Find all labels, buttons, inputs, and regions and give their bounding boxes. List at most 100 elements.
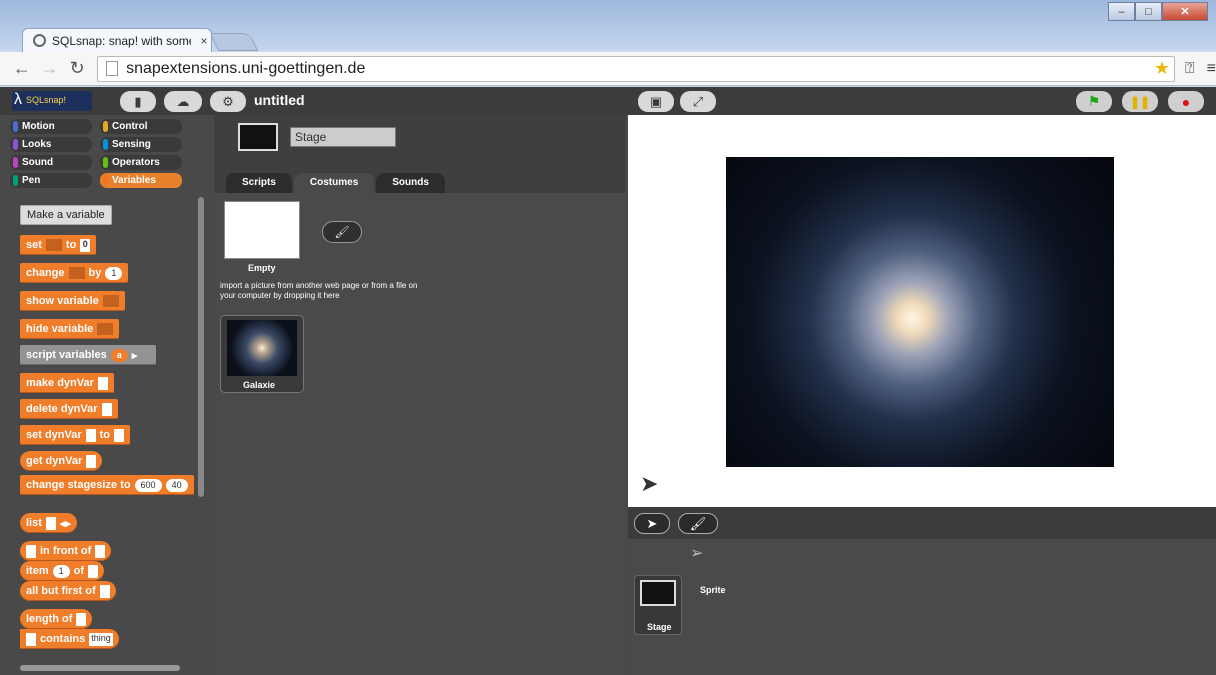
bookmark-star-icon[interactable]: ★ bbox=[1154, 58, 1174, 79]
empty-costume[interactable] bbox=[224, 201, 300, 259]
make-dynvar-block[interactable]: make dynVar bbox=[20, 373, 114, 393]
sprite-arrow-icon[interactable]: ➤ bbox=[640, 471, 658, 497]
script-variables-block[interactable]: script variables a ▸ bbox=[20, 345, 156, 365]
tab-close-icon[interactable]: × bbox=[197, 34, 211, 48]
import-hint: import a picture from another web page o… bbox=[220, 281, 418, 300]
empty-costume-label: Empty bbox=[248, 263, 276, 273]
sprite-arrow-icon[interactable]: ➢ bbox=[690, 543, 703, 563]
forward-icon[interactable]: → bbox=[36, 58, 64, 79]
set-dynvar-block[interactable]: set dynVar to bbox=[20, 425, 131, 445]
dropdown-icon bbox=[102, 295, 119, 307]
set-block[interactable]: set to 0 bbox=[20, 235, 97, 255]
show-variable-block[interactable]: show variable bbox=[20, 291, 125, 311]
brush-icon: 🖌 bbox=[334, 225, 350, 239]
category-sensing[interactable]: Sensing bbox=[100, 137, 182, 152]
add-turtle-sprite-button[interactable]: ➤ bbox=[634, 513, 670, 534]
editor-tabs: Scripts Costumes Sounds bbox=[226, 173, 445, 193]
new-tab-button[interactable] bbox=[209, 33, 259, 51]
url-text: snapextensions.uni-goettingen.de bbox=[126, 59, 366, 77]
list-block[interactable]: list ◂▸ bbox=[20, 513, 77, 533]
green-flag-icon: ⚑ bbox=[1087, 93, 1101, 109]
pause-icon: ❚❚ bbox=[1129, 94, 1151, 109]
file-menu-button[interactable]: ▮ bbox=[120, 91, 156, 112]
stop-icon: ● bbox=[1181, 93, 1191, 110]
category-looks[interactable]: Looks bbox=[10, 137, 92, 152]
logo-text: SQLsnap! bbox=[26, 95, 67, 105]
stage[interactable]: ➤ bbox=[628, 115, 1216, 507]
make-variable-button[interactable]: Make a variable bbox=[20, 205, 112, 225]
stage-background-image bbox=[726, 157, 1114, 467]
length-of-block[interactable]: length of bbox=[20, 609, 93, 629]
browser-tab[interactable]: SQLsnap: snap! with some × bbox=[22, 28, 212, 52]
browser-toolbar: ← → ↻ snapextensions.uni-goettingen.de ★… bbox=[0, 52, 1216, 86]
category-motion[interactable]: Motion bbox=[10, 119, 92, 134]
change-stagesize-block[interactable]: change stagesize to 600 40 bbox=[20, 475, 194, 495]
change-block[interactable]: change by 1 bbox=[20, 263, 129, 283]
block-palette: Make a variable set to 0 change by 1 show … bbox=[12, 197, 210, 675]
sprite-label[interactable]: Sprite bbox=[700, 585, 726, 595]
category-variables[interactable]: Variables bbox=[100, 173, 182, 188]
category-operators[interactable]: Operators bbox=[100, 155, 182, 170]
costume-item[interactable]: Galaxie bbox=[220, 315, 304, 393]
category-pen[interactable]: Pen bbox=[10, 173, 92, 188]
green-flag-button[interactable]: ⚑ bbox=[1076, 91, 1112, 112]
cloud-icon: ☁ bbox=[176, 93, 190, 109]
tab-scripts[interactable]: Scripts bbox=[226, 173, 292, 193]
address-bar[interactable]: snapextensions.uni-goettingen.de ★ bbox=[97, 55, 1176, 82]
pause-button[interactable]: ❚❚ bbox=[1122, 91, 1158, 112]
palette-scrollbar-horizontal[interactable] bbox=[20, 665, 180, 671]
dropdown-icon bbox=[97, 323, 114, 335]
sprite-editor: Stage Scripts Costumes Sounds Empty 🖌 im… bbox=[214, 115, 626, 675]
file-icon: ▮ bbox=[134, 93, 142, 109]
normal-stage-icon: ▣ bbox=[649, 93, 663, 109]
costume-label: Galaxie bbox=[243, 380, 276, 390]
window-close-icon[interactable]: ✕ bbox=[1162, 2, 1208, 21]
page-favicon-icon bbox=[33, 34, 46, 47]
tab-sounds[interactable]: Sounds bbox=[376, 173, 445, 193]
brush-icon: 🖌 bbox=[689, 515, 707, 531]
paint-new-costume-button[interactable]: 🖌 bbox=[322, 221, 362, 243]
settings-button[interactable]: ⚙ bbox=[210, 91, 246, 112]
corral-bar: ➤ 🖌 bbox=[628, 507, 1216, 539]
minimize-icon[interactable]: – bbox=[1108, 2, 1135, 21]
dropdown-icon bbox=[68, 267, 85, 279]
category-sound[interactable]: Sound bbox=[10, 155, 92, 170]
item-of-block[interactable]: item 1 of bbox=[20, 561, 105, 581]
sprite-name-field[interactable]: Stage bbox=[290, 127, 396, 147]
stop-button[interactable]: ● bbox=[1168, 91, 1204, 112]
hide-variable-block[interactable]: hide variable bbox=[20, 319, 120, 339]
project-title: untitled bbox=[254, 92, 305, 108]
sqlsnap-logo[interactable]: λ SQLsnap! bbox=[12, 91, 92, 111]
contains-block[interactable]: contains thing bbox=[20, 629, 119, 649]
delete-dynvar-block[interactable]: delete dynVar bbox=[20, 399, 118, 419]
cloud-menu-button[interactable]: ☁ bbox=[164, 91, 202, 112]
stage-size-button[interactable]: ▣ bbox=[638, 91, 674, 112]
extension-icon[interactable]: ⍰ bbox=[1185, 60, 1195, 78]
get-dynvar-block[interactable]: get dynVar bbox=[20, 451, 103, 471]
stage-icon[interactable]: Stage bbox=[634, 575, 682, 635]
tab-costumes[interactable]: Costumes bbox=[293, 173, 375, 193]
all-but-first-block[interactable]: all but first of bbox=[20, 581, 116, 601]
snap-app: λ SQLsnap! ▮ ☁ ⚙ untitled Motion Control L… bbox=[0, 87, 1216, 675]
palette-scrollbar-vertical[interactable] bbox=[198, 197, 204, 497]
page-icon bbox=[106, 61, 119, 76]
reload-icon[interactable]: ↻ bbox=[63, 58, 91, 79]
window-controls: – □ ✕ bbox=[1108, 2, 1208, 21]
stage-bar: ▣ ⤢ ⚑ ❚❚ ● bbox=[628, 87, 1216, 115]
in-front-of-block[interactable]: in front of bbox=[20, 541, 112, 561]
category-control[interactable]: Control bbox=[100, 119, 182, 134]
sprite-corral: ➢ Sprite Stage bbox=[628, 539, 1216, 675]
menu-icon[interactable]: ≡ bbox=[1207, 60, 1216, 78]
maximize-icon[interactable]: □ bbox=[1135, 2, 1162, 21]
browser-tabstrip: SQLsnap: snap! with some × – □ ✕ bbox=[0, 0, 1216, 52]
presentation-mode-button[interactable]: ⤢ bbox=[680, 91, 716, 112]
dropdown-icon bbox=[45, 239, 62, 251]
back-icon[interactable]: ← bbox=[8, 58, 36, 79]
costume-thumbnail bbox=[227, 320, 297, 376]
gear-icon: ⚙ bbox=[222, 93, 234, 109]
stage-thumbnail bbox=[640, 580, 676, 606]
tab-title: SQLsnap: snap! with some bbox=[52, 33, 191, 48]
costumes-pane: Empty 🖌 import a picture from another we… bbox=[214, 193, 626, 675]
arrows-icon: ◂▸ bbox=[59, 517, 71, 530]
paint-new-sprite-button[interactable]: 🖌 bbox=[678, 513, 718, 534]
